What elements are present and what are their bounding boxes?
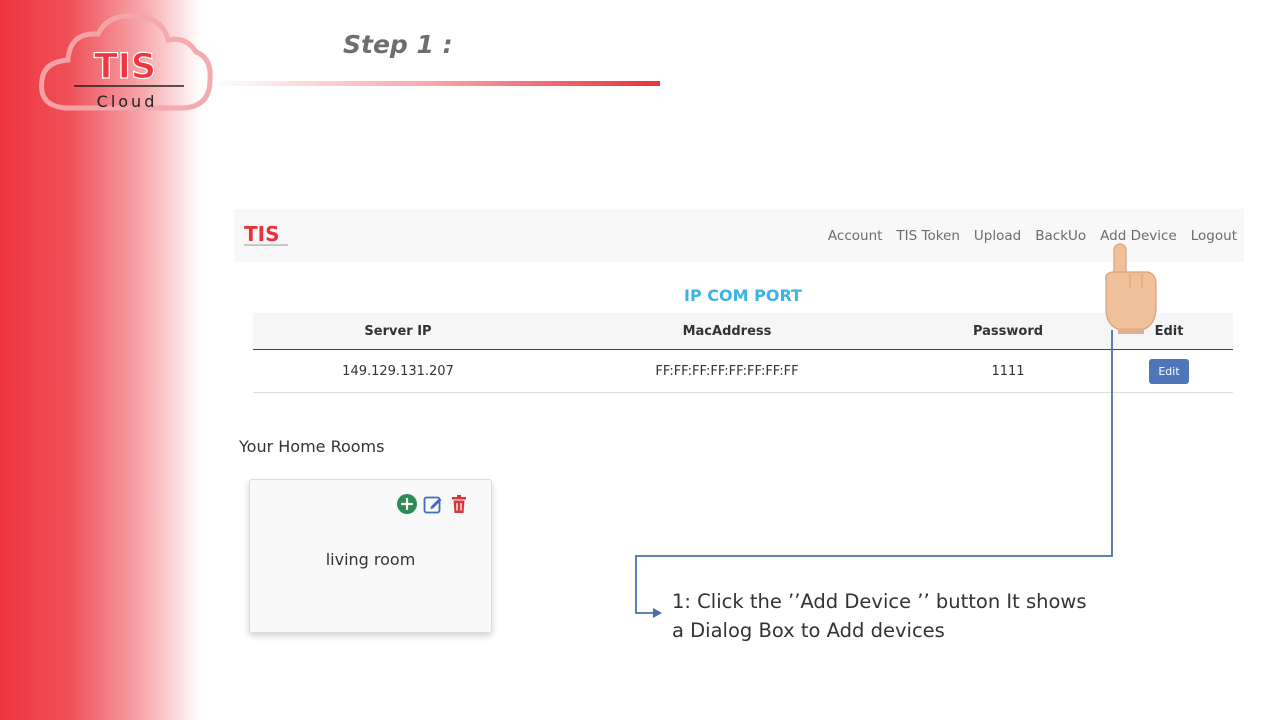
- svg-text:TIS: TIS: [94, 47, 156, 87]
- navbar: TIS Account TIS Token Upload BackUo Add …: [234, 209, 1244, 262]
- room-actions: [397, 494, 469, 514]
- nav-upload-link[interactable]: Upload: [974, 228, 1021, 244]
- connector-arrow: [635, 330, 1113, 618]
- room-card[interactable]: living room: [249, 479, 492, 633]
- nav-links: Account TIS Token Upload BackUo Add Devi…: [828, 209, 1237, 262]
- edit-button[interactable]: Edit: [1149, 358, 1189, 384]
- svg-text:TIS: TIS: [244, 222, 280, 246]
- instruction-text: 1: Click the ’’Add Device ’’ button It s…: [672, 587, 1112, 645]
- title-underline: [212, 81, 660, 86]
- room-name: living room: [325, 550, 416, 569]
- trash-icon[interactable]: [449, 494, 469, 514]
- svg-text:Cloud: Cloud: [97, 92, 158, 111]
- step-title: Step 1 :: [343, 30, 453, 59]
- nav-account-link[interactable]: Account: [828, 228, 883, 244]
- instruction-line-2: a Dialog Box to Add devices: [672, 619, 945, 642]
- instruction-line-1: 1: Click the ’’Add Device ’’ button It s…: [672, 590, 1087, 613]
- tis-cloud-logo: TIS Cloud: [39, 13, 213, 111]
- edit-icon[interactable]: [423, 494, 443, 514]
- rooms-title: Your Home Rooms: [239, 437, 385, 456]
- nav-backup-link[interactable]: BackUo: [1035, 228, 1086, 244]
- tis-nav-logo[interactable]: TIS: [242, 221, 290, 249]
- add-icon[interactable]: [397, 494, 417, 514]
- nav-logout-link[interactable]: Logout: [1191, 228, 1237, 244]
- nav-tis-token-link[interactable]: TIS Token: [896, 228, 960, 244]
- server-ip-cell: 149.129.131.207: [342, 363, 454, 379]
- column-header-server-ip: Server IP: [364, 323, 432, 339]
